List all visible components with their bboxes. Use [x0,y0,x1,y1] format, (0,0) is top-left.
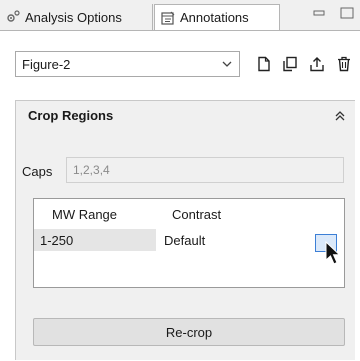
group-title: Crop Regions [28,108,114,123]
caps-value: 1,2,3,4 [73,163,110,177]
tab-strip: Analysis Options Annotations [0,0,360,30]
column-header-mw-range[interactable]: MW Range [52,207,117,222]
figure-dropdown[interactable]: Figure-2 [15,51,240,77]
tab-annotations[interactable]: Annotations [154,4,280,30]
column-header-contrast[interactable]: Contrast [172,207,221,222]
caps-label: Caps [22,164,53,179]
export-icon[interactable] [309,56,325,72]
cell-contrast[interactable]: Default [164,233,205,248]
restore-icon[interactable] [340,7,354,19]
delete-icon[interactable] [336,56,352,72]
figure-dropdown-value: Figure-2 [22,57,71,72]
tab-label: Analysis Options [25,9,122,25]
tab-analysis-options[interactable]: Analysis Options [0,4,153,30]
double-chevron-up-icon[interactable] [334,110,346,122]
annotation-table-icon [161,11,175,25]
cell-mw-range[interactable]: 1-250 [40,233,73,248]
copy-icon[interactable] [282,56,298,72]
mouse-cursor-icon [325,241,341,265]
gear-molecule-icon [7,10,20,22]
tab-label: Annotations [180,10,249,25]
new-document-icon[interactable] [256,56,272,72]
chevron-down-icon [222,61,232,67]
caps-field[interactable]: 1,2,3,4 [66,157,344,183]
recrop-button[interactable]: Re-crop [33,318,345,346]
minimize-icon[interactable] [313,8,325,18]
